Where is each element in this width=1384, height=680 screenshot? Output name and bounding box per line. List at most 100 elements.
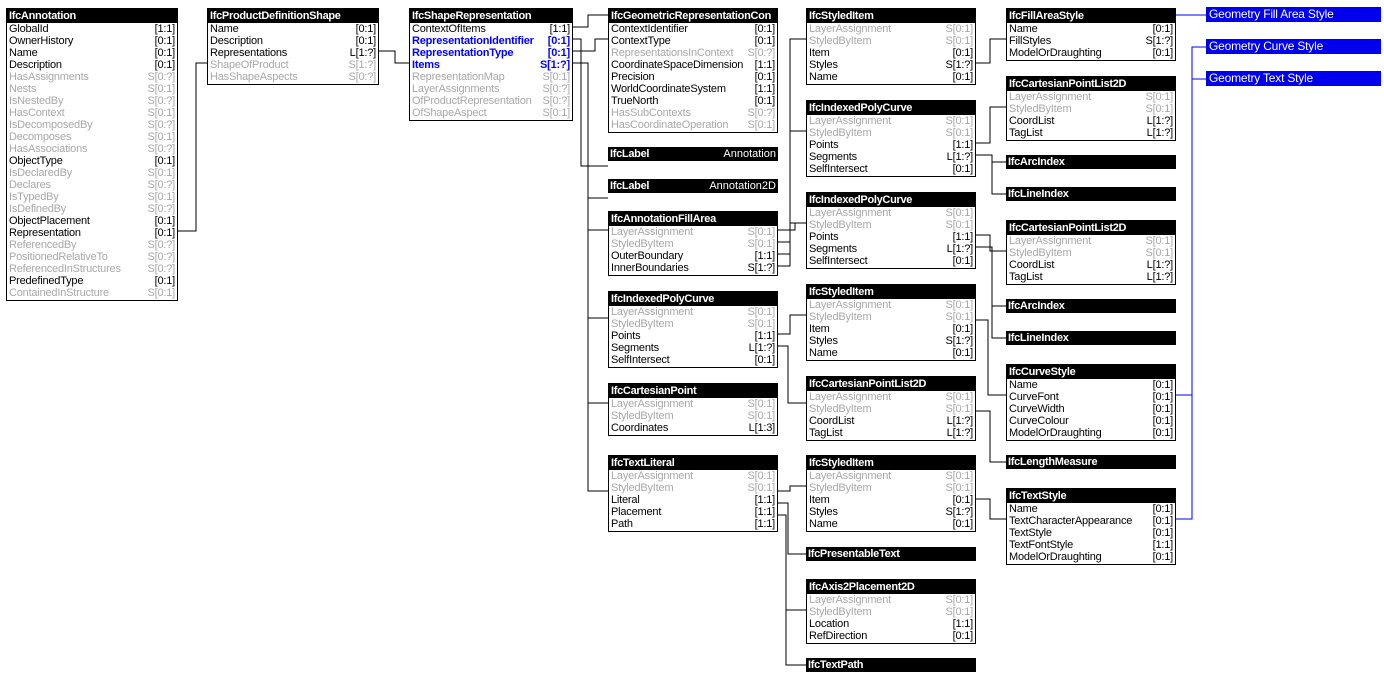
attribute-row[interactable]: L[1:?] Segments — [609, 342, 777, 354]
attribute-row[interactable]: S[0:1] StyledByItem — [807, 35, 975, 47]
attribute-row[interactable]: S[0:1] LayerAssignment — [609, 306, 777, 318]
entity-box-ifcannotation[interactable]: IfcAnnotation [1:1] GlobalId [0:1] OwnerHist… — [6, 8, 178, 301]
entity-box-ifccartesianpointlist2d-c6b[interactable]: IfcCartesianPointList2D S[0:1] LayerAssign… — [1006, 220, 1176, 285]
attribute-row[interactable]: L[1:?] Representations — [208, 47, 378, 59]
entity-box-ifctextstyle[interactable]: IfcTextStyle [0:1] Name [0:1] TextCharacterA… — [1006, 488, 1176, 565]
attribute-row[interactable]: S[0:1] StyledByItem — [609, 238, 777, 250]
attribute-row[interactable]: [1:1] Location — [807, 618, 975, 630]
attribute-row[interactable]: S[0:1] LayerAssignment — [1007, 235, 1175, 247]
attribute-row[interactable]: [0:1] Name — [1007, 23, 1175, 35]
blue-box-geometry-curve-style[interactable]: Geometry Curve Style — [1206, 39, 1381, 54]
attribute-row[interactable]: L[1:?] CoordList — [1007, 115, 1175, 127]
entity-box-ifcproductdefinitionshape[interactable]: IfcProductDefinitionShape [0:1] Name [0:1] D… — [207, 8, 379, 85]
attribute-row[interactable]: L[1:?] TagList — [807, 427, 975, 439]
attribute-row[interactable]: S[1:?] Styles — [807, 335, 975, 347]
attribute-row[interactable]: S[0:?] Declares — [7, 179, 177, 191]
attribute-row[interactable]: S[1:?] FillStyles — [1007, 35, 1175, 47]
attribute-row[interactable]: S[0:1] StyledByItem — [807, 219, 975, 231]
attribute-row[interactable]: [0:1] ObjectType — [7, 155, 177, 167]
entity-box-ifcarcindex-a[interactable]: IfcArcIndex — [1006, 155, 1176, 169]
entity-box-ifcstyleditem-2[interactable]: IfcStyledItem S[0:1] LayerAssignment S[0:1]… — [806, 284, 976, 361]
attribute-row[interactable]: S[0:1] IsTypedBy — [7, 191, 177, 203]
attribute-row[interactable]: S[1:?] ShapeOfProduct — [208, 59, 378, 71]
attribute-row[interactable]: [0:1] TextCharacterAppearance — [1007, 515, 1175, 527]
attribute-row[interactable]: S[0:1] HasContext — [7, 107, 177, 119]
attribute-row[interactable]: [1:1] OuterBoundary — [609, 250, 777, 262]
entity-box-ifctextpath[interactable]: IfcTextPath — [806, 658, 976, 672]
attribute-row[interactable]: L[1:3] Coordinates — [609, 422, 777, 434]
entity-box-ifclabel-annotation2d[interactable]: Annotation2D IfcLabel — [608, 179, 778, 193]
attribute-row[interactable]: [0:1] PredefinedType — [7, 275, 177, 287]
attribute-row[interactable]: S[0:1] LayerAssignment — [807, 594, 975, 606]
attribute-row[interactable]: [0:1] ContextIdentifier — [609, 23, 777, 35]
attribute-row[interactable]: [1:1] CoordinateSpaceDimension — [609, 59, 777, 71]
attribute-row[interactable]: L[1:?] Segments — [807, 243, 975, 255]
attribute-row[interactable]: S[0:1] RepresentationMap — [410, 71, 572, 83]
attribute-row[interactable]: S[0:?] IsDefinedBy — [7, 203, 177, 215]
attribute-row[interactable]: [0:1] Name — [807, 518, 975, 530]
entity-box-ifcarcindex-b[interactable]: IfcArcIndex — [1006, 299, 1176, 313]
attribute-row[interactable]: S[0:1] StyledByItem — [1007, 103, 1175, 115]
attribute-row[interactable]: S[1:?] Styles — [807, 506, 975, 518]
attribute-row[interactable]: [0:1] Precision — [609, 71, 777, 83]
attribute-row[interactable]: S[0:1] LayerAssignment — [1007, 91, 1175, 103]
attribute-row[interactable]: S[0:?] HasAssignments — [7, 71, 177, 83]
attribute-row[interactable]: S[0:1] Nests — [7, 83, 177, 95]
attribute-row[interactable]: [1:1] TextFontStyle — [1007, 539, 1175, 551]
attribute-row[interactable]: [0:1] OwnerHistory — [7, 35, 177, 47]
attribute-row[interactable]: [0:1] Name — [7, 47, 177, 59]
entity-box-ifcindexedpolycurve-c4[interactable]: IfcIndexedPolyCurve S[0:1] LayerAssignment… — [608, 291, 778, 368]
attribute-row[interactable]: [1:1] ContextOfItems — [410, 23, 572, 35]
attribute-row[interactable]: S[0:?] ReferencedInStructures — [7, 263, 177, 275]
attribute-row[interactable]: S[0:1] StyledByItem — [807, 606, 975, 618]
attribute-row[interactable]: [1:1] WorldCoordinateSystem — [609, 83, 777, 95]
attribute-row[interactable]: [0:1] CurveWidth — [1007, 403, 1175, 415]
attribute-row[interactable]: [0:1] Item — [807, 323, 975, 335]
attribute-row[interactable]: L[1:?] CoordList — [807, 415, 975, 427]
attribute-row[interactable]: [0:1] ObjectPlacement — [7, 215, 177, 227]
entity-box-ifcannotationfillarea[interactable]: IfcAnnotationFillArea S[0:1] LayerAssignme… — [608, 211, 778, 276]
attribute-row[interactable]: S[0:1] LayerAssignment — [807, 391, 975, 403]
entity-box-ifclineindex-a[interactable]: IfcLineIndex — [1006, 187, 1176, 201]
attribute-row[interactable]: S[0:1] StyledByItem — [807, 482, 975, 494]
entity-box-ifclineindex-b[interactable]: IfcLineIndex — [1006, 331, 1176, 345]
attribute-row[interactable]: S[0:1] LayerAssignment — [609, 398, 777, 410]
attribute-row[interactable]: S[0:1] OfShapeAspect — [410, 107, 572, 119]
attribute-row[interactable]: L[1:?] TagList — [1007, 271, 1175, 283]
attribute-row[interactable]: [1:1] Points — [807, 231, 975, 243]
attribute-row[interactable]: S[0:1] StyledByItem — [609, 482, 777, 494]
attribute-row[interactable]: [0:1] Item — [807, 494, 975, 506]
attribute-row[interactable]: [1:1] Literal — [609, 494, 777, 506]
attribute-row[interactable]: S[0:1] StyledByItem — [609, 410, 777, 422]
attribute-row[interactable]: [1:1] Points — [807, 139, 975, 151]
attribute-row[interactable]: L[1:?] Segments — [807, 151, 975, 163]
attribute-row[interactable]: L[1:?] CoordList — [1007, 259, 1175, 271]
entity-box-ifcaxis2placement2d[interactable]: IfcAxis2Placement2D S[0:1] LayerAssignment… — [806, 579, 976, 644]
entity-box-ifcstyleditem-1[interactable]: IfcStyledItem S[0:1] LayerAssignment S[0:1]… — [806, 8, 976, 85]
entity-box-ifccartesianpointlist2d-c6a[interactable]: IfcCartesianPointList2D S[0:1] LayerAssign… — [1006, 76, 1176, 141]
attribute-row[interactable]: [0:1] SelfIntersect — [807, 163, 975, 175]
attribute-row[interactable]: S[0:1] LayerAssignment — [609, 470, 777, 482]
attribute-row[interactable]: [0:1] RefDirection — [807, 630, 975, 642]
attribute-row[interactable]: S[0:1] StyledByItem — [807, 127, 975, 139]
blue-box-geometry-text-style[interactable]: Geometry Text Style — [1206, 71, 1381, 86]
attribute-row[interactable]: [0:1] TrueNorth — [609, 95, 777, 107]
attribute-row[interactable]: [0:1] TextStyle — [1007, 527, 1175, 539]
entity-box-ifccartesianpoint[interactable]: IfcCartesianPoint S[0:1] LayerAssignment S[… — [608, 383, 778, 436]
attribute-row[interactable]: S[0:?] IsDecomposedBy — [7, 119, 177, 131]
attribute-row[interactable]: [0:1] Name — [1007, 379, 1175, 391]
attribute-row[interactable]: [0:1] Name — [208, 23, 378, 35]
entity-box-ifcgeometricrepresentationcontext[interactable]: IfcGeometricRepresentationCon [0:1] Contex… — [608, 8, 778, 133]
entity-box-ifcindexedpolycurve-c5b[interactable]: IfcIndexedPolyCurve S[0:1] LayerAssignment… — [806, 192, 976, 269]
attribute-row[interactable]: S[0:1] Decomposes — [7, 131, 177, 143]
attribute-row[interactable]: S[1:?] Items — [410, 59, 572, 71]
attribute-row[interactable]: [0:1] Description — [208, 35, 378, 47]
attribute-row[interactable]: S[1:?] Styles — [807, 59, 975, 71]
entity-box-ifcpresentabletext[interactable]: IfcPresentableText — [806, 547, 976, 561]
attribute-row[interactable]: S[0:?] HasSubContexts — [609, 107, 777, 119]
entity-box-ifcshaperepresentation[interactable]: IfcShapeRepresentation [1:1] ContextOfItem… — [409, 8, 573, 121]
attribute-row[interactable]: S[0:1] IsDeclaredBy — [7, 167, 177, 179]
attribute-row[interactable]: S[0:?] HasAssociations — [7, 143, 177, 155]
attribute-row[interactable]: S[0:1] StyledByItem — [807, 311, 975, 323]
attribute-row[interactable]: [0:1] SelfIntersect — [807, 255, 975, 267]
